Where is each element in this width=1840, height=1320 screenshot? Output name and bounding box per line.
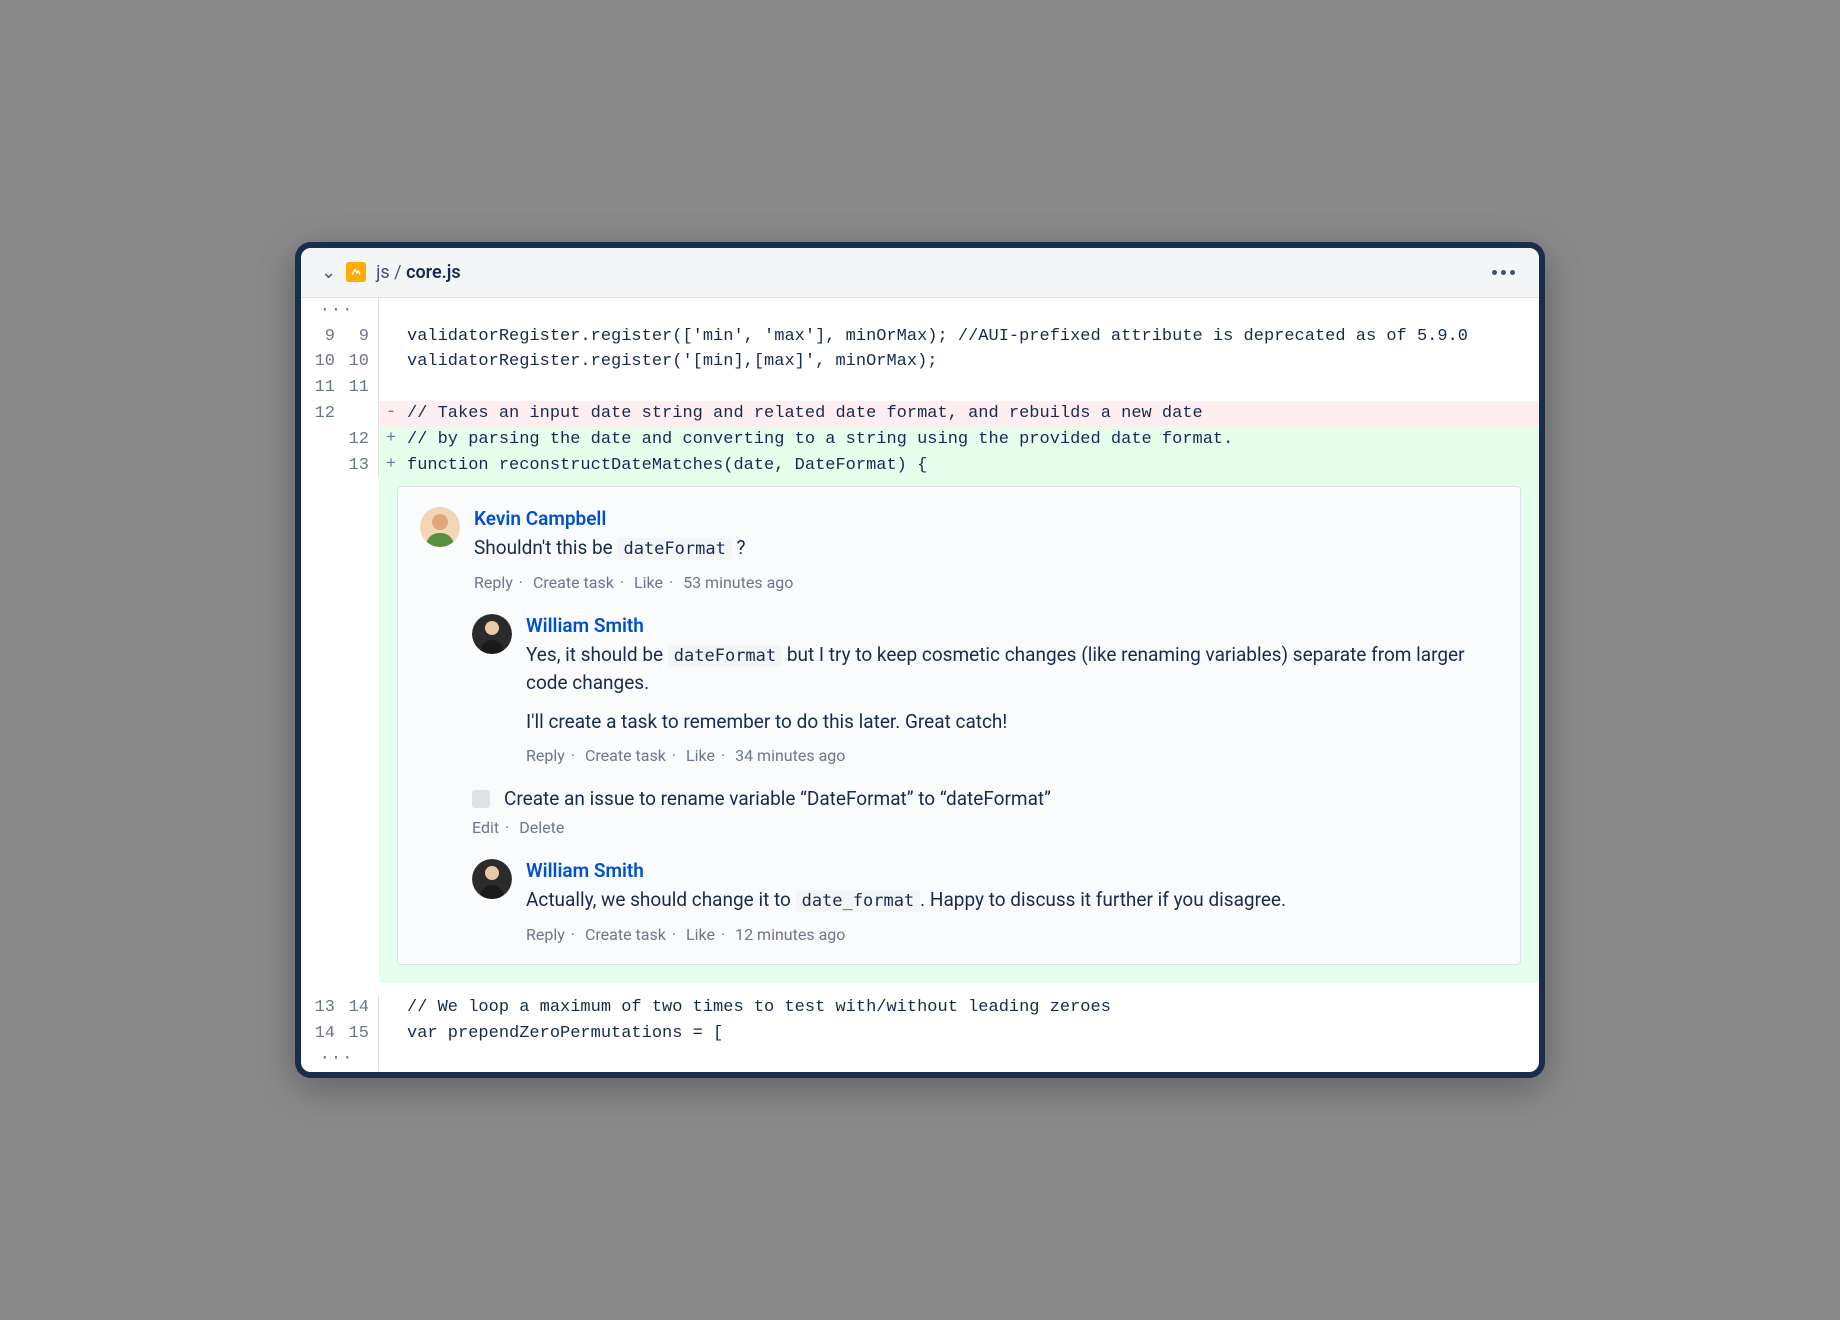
diff-line: 1314 // We loop a maximum of two times t… (301, 995, 1539, 1021)
comment-reply: William Smith Yes, it should be dateForm… (472, 614, 1498, 766)
task-text: Create an issue to rename variable “Date… (504, 787, 1051, 810)
folder-name: js (376, 262, 390, 283)
avatar[interactable] (420, 507, 460, 547)
comment-card: Kevin Campbell Shouldn't this be dateFor… (397, 486, 1521, 965)
diff-line: 1111 (301, 375, 1539, 401)
inline-code: date_format (796, 890, 921, 912)
comment-author[interactable]: Kevin Campbell (474, 507, 1498, 530)
comment-author[interactable]: William Smith (526, 614, 1498, 637)
like-action[interactable]: Like (634, 573, 663, 592)
delete-action[interactable]: Delete (519, 818, 564, 837)
avatar[interactable] (472, 614, 512, 654)
reply-action[interactable]: Reply (526, 746, 565, 765)
breadcrumb: js / core.js (376, 262, 461, 283)
create-task-action[interactable]: Create task (585, 925, 666, 944)
task-actions: Edit· Delete (472, 818, 1498, 837)
comment-time: 53 minutes ago (683, 573, 793, 592)
edit-action[interactable]: Edit (472, 818, 499, 837)
diff-line: 1010 validatorRegister.register('[min],[… (301, 349, 1539, 375)
diff-line-added: 12 + // by parsing the date and converti… (301, 427, 1539, 453)
reply-action[interactable]: Reply (474, 573, 513, 592)
comment-actions: Reply· Create task· Like· 53 minutes ago (474, 573, 1498, 592)
like-action[interactable]: Like (686, 925, 715, 944)
comment-text: Shouldn't this be dateFormat ? (474, 534, 1498, 563)
comment-actions: Reply· Create task· Like· 34 minutes ago (526, 746, 1498, 765)
comment: Kevin Campbell Shouldn't this be dateFor… (420, 507, 1498, 592)
diff-body: ··· 99 validatorRegister.register(['min'… (301, 298, 1539, 1072)
diff-line-added: 13 + function reconstructDateMatches(dat… (301, 453, 1539, 479)
inline-code: dateFormat (668, 645, 782, 667)
collapse-chevron-icon[interactable]: ⌄ (321, 262, 336, 283)
file-name: core.js (406, 262, 461, 283)
task-item: Create an issue to rename variable “Date… (472, 787, 1498, 810)
create-task-action[interactable]: Create task (533, 573, 614, 592)
avatar[interactable] (472, 859, 512, 899)
create-task-action[interactable]: Create task (585, 746, 666, 765)
comment-text: Yes, it should be dateFormat but I try t… (526, 641, 1498, 737)
comment-author[interactable]: William Smith (526, 859, 1498, 882)
inline-comment-area: Kevin Campbell Shouldn't this be dateFor… (379, 478, 1539, 983)
hunk-header[interactable]: ··· (301, 298, 1539, 324)
file-header: ⌄ js / core.js (301, 248, 1539, 298)
like-action[interactable]: Like (686, 746, 715, 765)
diff-viewer-window: ⌄ js / core.js ··· 99 validatorRegister.… (295, 242, 1545, 1078)
diff-line: 99 validatorRegister.register(['min', 'm… (301, 324, 1539, 350)
comment-text: Actually, we should change it to date_fo… (526, 886, 1498, 915)
inline-code: dateFormat (617, 538, 731, 560)
diff-line-deleted: 12 - // Takes an input date string and r… (301, 401, 1539, 427)
comment-reply: William Smith Actually, we should change… (472, 859, 1498, 944)
comment-time: 34 minutes ago (735, 746, 845, 765)
task-checkbox[interactable] (472, 790, 490, 808)
reply-action[interactable]: Reply (526, 925, 565, 944)
file-modified-icon (346, 262, 366, 282)
more-menu-icon[interactable] (1488, 266, 1519, 279)
comment-actions: Reply· Create task· Like· 12 minutes ago (526, 925, 1498, 944)
comment-time: 12 minutes ago (735, 925, 845, 944)
diff-line: 1415 var prependZeroPermutations = [ (301, 1021, 1539, 1047)
hunk-footer[interactable]: ··· (301, 1046, 1539, 1072)
